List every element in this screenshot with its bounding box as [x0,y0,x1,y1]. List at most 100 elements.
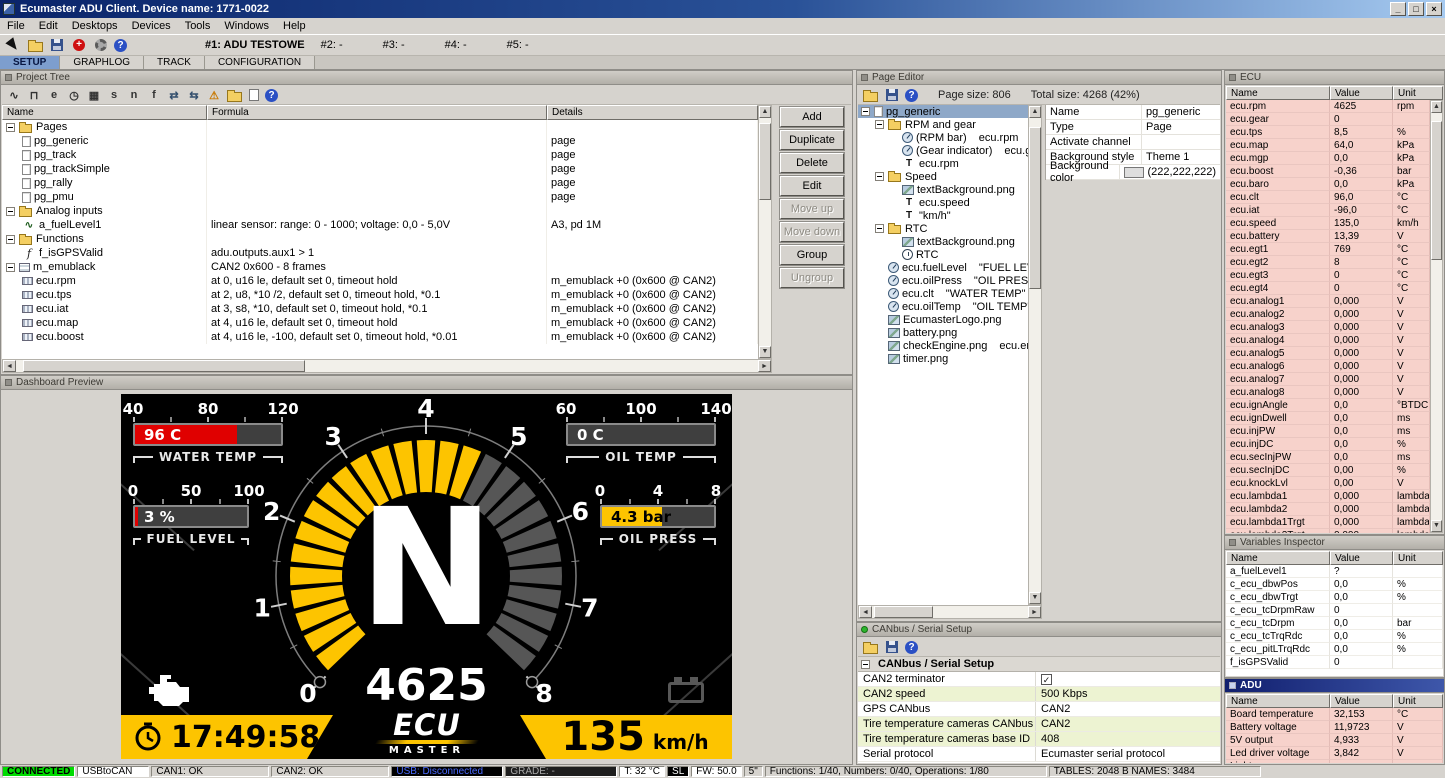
page-element-ecu-clt[interactable]: ecu.clt"WATER TEMP" [858,287,1028,300]
page-element-timer-png[interactable]: timer.png [858,352,1028,365]
channel-row-ecu-egt2[interactable]: ecu.egt28°C [1226,256,1430,269]
checkbox[interactable]: ✓ [1041,674,1052,685]
tree-row-pages[interactable]: Pages [2,120,758,134]
adu-header[interactable]: ADU [1225,679,1444,693]
minimize-button[interactable]: _ [1390,2,1406,16]
canbus-header[interactable]: CANbus / Serial Setup [857,623,1221,637]
channel-row-ecu-map[interactable]: ecu.map64,0kPa [1226,139,1430,152]
channel-row-f-isgpsvalid[interactable]: f_isGPSValid0 [1226,656,1443,669]
channel-row-ecu-baro[interactable]: ecu.baro0,0kPa [1226,178,1430,191]
scroll-down-icon[interactable]: ▼ [1029,592,1041,604]
table-icon[interactable]: ▦ [85,87,103,104]
scroll-right-icon[interactable]: ► [1028,606,1041,618]
collapse-icon[interactable] [861,660,870,669]
column-header-name[interactable]: Name [1226,694,1330,708]
warning-icon[interactable]: ⚠ [205,87,223,104]
column-header-details[interactable]: Details [547,105,758,120]
scroll-thumb[interactable] [759,123,771,201]
setting-can2-terminator[interactable]: CAN2 terminator✓ [858,672,1220,687]
dashboard-preview-header[interactable]: Dashboard Preview [1,376,852,390]
channel-row-c-ecu-tcdrpmraw[interactable]: c_ecu_tcDrpmRaw0 [1226,604,1443,617]
device-tab-4[interactable]: #4: - [431,39,493,51]
help-icon[interactable]: ? [905,89,918,102]
page-element-textbackground-png[interactable]: textBackground.png [858,183,1028,196]
channel-row-a-fuellevel1[interactable]: a_fuelLevel1? [1226,565,1443,578]
open-icon[interactable] [863,92,878,102]
column-header-formula[interactable]: Formula [207,105,547,120]
channel-row-ecu-analog1[interactable]: ecu.analog10,000V [1226,295,1430,308]
page-element-speed[interactable]: Speed [858,170,1028,183]
expander-icon[interactable] [861,107,870,116]
channel-row-ecu-lambda2[interactable]: ecu.lambda20,000lambda [1226,503,1430,516]
record-icon[interactable] [73,39,85,51]
tree-row-ecu-rpm[interactable]: ecu.rpmat 0, u16 le, default set 0, time… [2,274,758,288]
add-button[interactable]: Add [780,107,844,127]
channel-row-light-sensor[interactable]: Light sensor [1226,760,1443,763]
channel-row-ecu-analog5[interactable]: ecu.analog50,000V [1226,347,1430,360]
channel-row-ecu-mgp[interactable]: ecu.mgp0,0kPa [1226,152,1430,165]
channel-row-ecu-gear[interactable]: ecu.gear0 [1226,113,1430,126]
page-element-ecu-fuellevel[interactable]: ecu.fuelLevel"FUEL LEVEL" [858,261,1028,274]
channel-row-ecu-knocklvl[interactable]: ecu.knockLvl0,00V [1226,477,1430,490]
channel-row-ecu-injdc[interactable]: ecu.injDC0,0% [1226,438,1430,451]
channel-row-ecu-secinjpw[interactable]: ecu.secInjPW0,0ms [1226,451,1430,464]
page-element-checkengine-png[interactable]: checkEngine.pngecu.errorFlags [858,339,1028,352]
column-header-value[interactable]: Value [1330,86,1393,100]
column-header-value[interactable]: Value [1330,694,1393,708]
column-header-name[interactable]: Name [1226,551,1330,565]
tab-setup[interactable]: SETUP [0,56,60,69]
tree-row-ecu-boost[interactable]: ecu.boostat 4, u16 le, -100, default set… [2,330,758,344]
menu-devices[interactable]: Devices [125,19,178,33]
channel-row-ecu-ignangle[interactable]: ecu.ignAngle0,0°BTDC [1226,399,1430,412]
property-activate-channel[interactable]: Activate channel [1046,135,1220,150]
property-type[interactable]: TypePage [1046,120,1220,135]
open-icon[interactable] [863,644,878,654]
expander-icon[interactable] [875,224,884,233]
tree-row-ecu-map[interactable]: ecu.mapat 4, u16 le, default set 0, time… [2,316,758,330]
ungroup-button[interactable]: Ungroup [780,268,844,288]
scroll-up-icon[interactable]: ▲ [1431,101,1442,113]
expander-icon[interactable] [6,235,15,244]
channel-row-ecu-analog4[interactable]: ecu.analog40,000V [1226,334,1430,347]
setting-tire-temperature-cameras-base-id[interactable]: Tire temperature cameras base ID408 [858,732,1220,747]
expander-icon[interactable] [6,123,15,132]
help-icon[interactable]: ? [905,641,918,654]
setting-gps-canbus[interactable]: GPS CANbusCAN2 [858,702,1220,717]
expander-icon[interactable] [875,172,884,181]
settings-icon[interactable] [95,39,107,51]
channel-row-ecu-analog6[interactable]: ecu.analog60,000V [1226,360,1430,373]
scroll-down-icon[interactable]: ▼ [1431,520,1442,532]
help-icon[interactable]: ? [265,89,278,102]
channel-row-ecu-secinjdc[interactable]: ecu.secInjDC0,00% [1226,464,1430,477]
function-icon[interactable]: f [145,87,163,104]
tree-row-analog-inputs[interactable]: Analog inputs [2,204,758,218]
channel-row-c-ecu-dbwpos[interactable]: c_ecu_dbwPos0,0% [1226,578,1443,591]
page-element-km-h[interactable]: "km/h" [858,209,1028,222]
menu-desktops[interactable]: Desktops [65,19,125,33]
can-rx-icon[interactable]: ⇄ [165,87,183,104]
tree-horizontal-scrollbar[interactable]: ◄ ► [2,359,772,373]
save-icon[interactable] [51,39,63,51]
channel-row-ecu-speed[interactable]: ecu.speed135,0km/h [1226,217,1430,230]
channel-row-ecu-lambda1trgt[interactable]: ecu.lambda1Trgt0,000lambda [1226,516,1430,529]
help-icon[interactable]: ? [114,39,127,52]
channel-row-ecu-battery[interactable]: ecu.battery13,39V [1226,230,1430,243]
channel-row-ecu-lambda1[interactable]: ecu.lambda10,000lambda [1226,490,1430,503]
page-editor-vertical-scrollbar[interactable]: ▲ ▼ [1028,105,1042,605]
channel-row-battery-voltage[interactable]: Battery voltage11,9723V [1226,721,1443,734]
column-header-name[interactable]: Name [1226,86,1330,100]
scroll-thumb[interactable] [23,360,305,372]
tab-graphlog[interactable]: GRAPHLOG [60,56,144,69]
tree-row-m-emublack[interactable]: m_emublackCAN2 0x600 - 8 frames [2,260,758,274]
page-editor-header[interactable]: Page Editor [857,71,1221,85]
channel-row-ecu-egt4[interactable]: ecu.egt40°C [1226,282,1430,295]
channel-row-ecu-egt1[interactable]: ecu.egt1769°C [1226,243,1430,256]
column-header-name[interactable]: Name [2,105,207,120]
page-element-ecumasterlogo-png[interactable]: EcumasterLogo.png [858,313,1028,326]
scroll-thumb[interactable] [1431,121,1442,259]
column-header-unit[interactable]: Unit [1393,551,1443,565]
page-element-textbackground-png[interactable]: textBackground.png [858,235,1028,248]
scroll-left-icon[interactable]: ◄ [859,606,872,618]
duplicate-button[interactable]: Duplicate [780,130,844,150]
scroll-left-icon[interactable]: ◄ [3,360,16,372]
